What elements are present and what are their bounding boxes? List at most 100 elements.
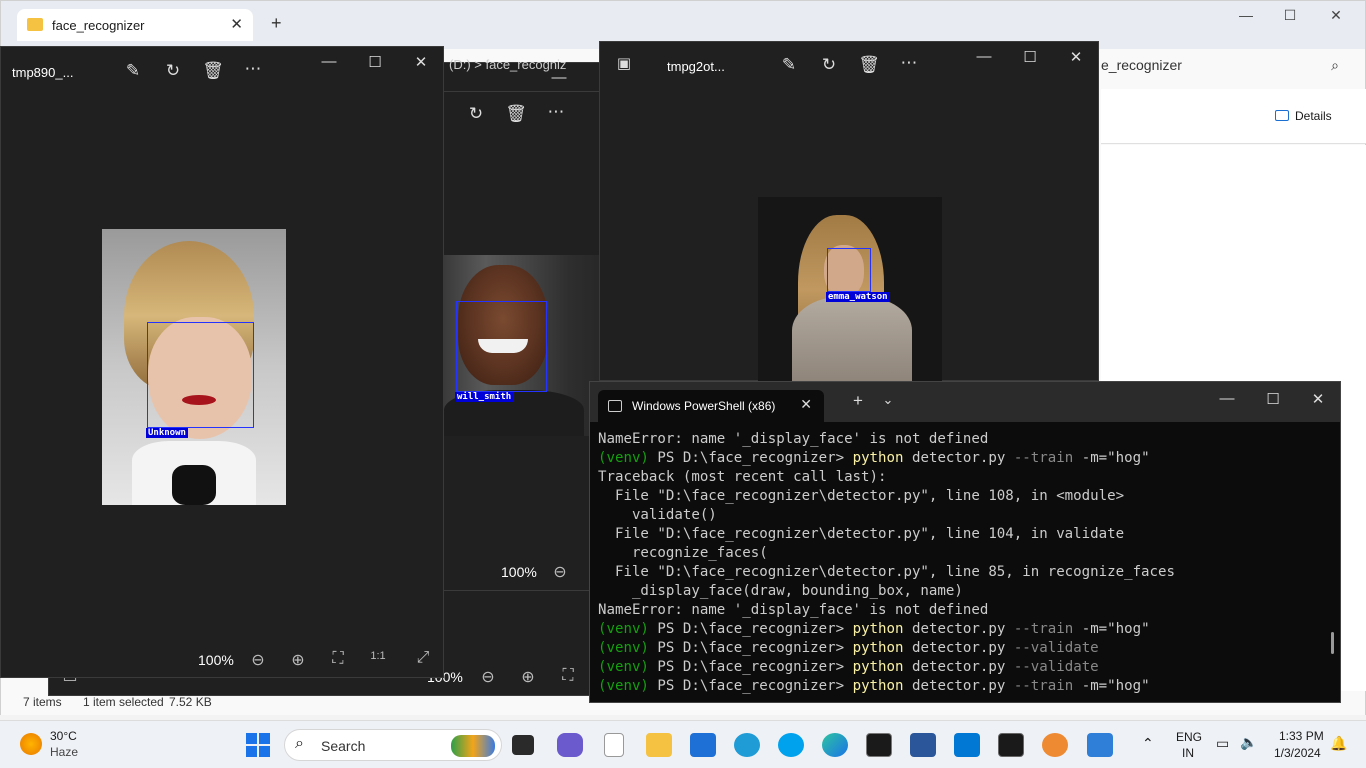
delete-icon[interactable]: 🗑 (201, 61, 225, 81)
edit-icon[interactable]: ✎ (777, 55, 801, 75)
close-button[interactable]: ✕ (1308, 390, 1328, 408)
status-selected: 1 item selected (83, 695, 164, 709)
file-explorer-icon[interactable] (646, 733, 672, 757)
powershell-window: Windows PowerShell (x86) ✕ + ⌄ — ☐ ✕ Nam… (589, 381, 1341, 703)
zoom-in-icon[interactable]: ⊕ (287, 650, 309, 670)
sweater-shape (792, 297, 912, 381)
search-placeholder: Search (321, 738, 366, 754)
terminal-text: PS D:\face_recognizer> (657, 678, 853, 694)
teams-chat-icon[interactable] (557, 733, 583, 757)
cmd-icon[interactable] (866, 733, 892, 757)
explorer-tab-title: face_recognizer (52, 18, 145, 33)
taskbar-search-box[interactable]: ⌕ Search (284, 729, 502, 761)
terminal-line: (venv) PS D:\face_recognizer> python det… (598, 639, 1328, 658)
dropdown-chevron-icon[interactable]: ⌄ (878, 392, 898, 408)
word-icon[interactable] (910, 733, 936, 757)
edge-icon[interactable] (822, 733, 848, 757)
maximize-button[interactable]: ☐ (1263, 390, 1283, 408)
scrollbar[interactable] (1331, 632, 1334, 654)
minimize-button[interactable]: — (549, 69, 569, 86)
close-button[interactable]: ✕ (411, 53, 431, 71)
skype-icon[interactable] (778, 733, 804, 757)
terminal-text: PS D:\face_recognizer> (657, 450, 853, 466)
terminal-line: _display_face(draw, bounding_box, name) (598, 582, 1328, 601)
close-tab-icon[interactable]: ✕ (800, 396, 812, 413)
maximize-button[interactable]: ☐ (1280, 7, 1300, 24)
maximize-button[interactable]: ☐ (1020, 48, 1040, 66)
more-options-icon[interactable]: ⋯ (241, 59, 265, 79)
more-options-icon[interactable]: ⋯ (897, 53, 921, 73)
close-tab-icon[interactable]: ✕ (230, 15, 243, 33)
terminal-line: NameError: name '_display_face' is not d… (598, 430, 1328, 449)
new-tab-button[interactable]: + (271, 13, 282, 34)
minimize-button[interactable]: — (1236, 7, 1256, 23)
terminal-text: detector.py (903, 450, 1014, 466)
zoom-in-icon[interactable]: ⊕ (517, 667, 539, 687)
notification-bell-icon[interactable]: 🔔 (1330, 735, 1347, 752)
terminal-text: (venv) (598, 640, 658, 656)
terminal-line: (venv) PS D:\face_recognizer> python det… (598, 677, 1328, 696)
close-button[interactable]: ✕ (1066, 48, 1086, 66)
terminal-text: detector.py (903, 621, 1014, 637)
app-icon-orange[interactable] (1042, 733, 1068, 757)
task-view-icon[interactable] (512, 735, 534, 755)
zoom-out-icon[interactable]: ⊖ (549, 562, 571, 582)
status-size: 7.52 KB (169, 695, 212, 709)
vscode-icon[interactable] (954, 733, 980, 757)
terminal-line: Traceback (most recent call last): (598, 468, 1328, 487)
actual-size-icon[interactable]: 1:1 (367, 650, 389, 662)
minimize-button[interactable]: — (974, 48, 994, 65)
terminal-tab[interactable]: Windows PowerShell (x86) ✕ (598, 390, 824, 422)
terminal-text: --train (1013, 678, 1074, 694)
language-top[interactable]: ENG (1176, 730, 1202, 744)
chevron-up-icon[interactable]: ⌃ (1142, 735, 1154, 752)
network-icon[interactable]: ▭ (1216, 735, 1229, 752)
volume-icon[interactable]: 🔈 (1240, 734, 1257, 751)
file-icon[interactable] (604, 733, 624, 757)
app-icon[interactable] (734, 733, 760, 757)
face-bounding-box (827, 248, 871, 292)
explorer-tab[interactable]: face_recognizer ✕ (17, 9, 253, 41)
terminal-title-bar: Windows PowerShell (x86) ✕ + ⌄ — ☐ ✕ (590, 382, 1340, 422)
new-tab-button[interactable]: + (848, 391, 868, 411)
more-options-icon[interactable]: ⋯ (544, 102, 568, 122)
minimize-button[interactable]: — (1217, 390, 1237, 407)
clock-time[interactable]: 1:33 PM (1279, 729, 1324, 743)
search-highlight-icon (451, 735, 495, 757)
terminal-app-icon[interactable] (998, 733, 1024, 757)
search-input[interactable]: e_recognizer ⌕ (1101, 53, 1349, 77)
zoom-out-icon[interactable]: ⊖ (477, 667, 499, 687)
face-label: will_smith (455, 392, 514, 402)
taskbar: 30°C Haze ⌕ Search ⌃ ENG IN ▭ 🔈 1:33 PM … (0, 720, 1366, 768)
terminal-text: File "D:\face_recognizer\detector.py", l… (598, 564, 1175, 580)
fit-to-window-icon[interactable]: ⛶ (557, 667, 579, 685)
terminal-output[interactable]: NameError: name '_display_face' is not d… (598, 430, 1328, 696)
maximize-button[interactable]: ☐ (365, 53, 385, 71)
face-bounding-box (456, 301, 547, 392)
close-button[interactable]: ✕ (1326, 7, 1346, 24)
store-icon[interactable] (690, 733, 716, 757)
search-icon[interactable]: ⌕ (1331, 57, 1339, 74)
terminal-text: --validate (1013, 659, 1099, 675)
window-title: tmpg2ot... (667, 59, 725, 74)
minimize-button[interactable]: — (319, 53, 339, 70)
start-icon[interactable] (246, 733, 270, 757)
details-button[interactable]: Details (1275, 109, 1332, 123)
command-bar: Details (1101, 89, 1366, 144)
rotate-icon[interactable]: ↻ (464, 104, 488, 124)
terminal-text: (venv) (598, 621, 658, 637)
terminal-text: File "D:\face_recognizer\detector.py", l… (598, 488, 1125, 504)
full-screen-icon[interactable]: ⤢ (412, 649, 434, 667)
weather-desc: Haze (50, 745, 79, 759)
app-icon-blue[interactable] (1087, 733, 1113, 757)
delete-icon[interactable]: 🗑 (857, 55, 881, 75)
terminal-text: -m="hog" (1073, 678, 1150, 694)
rotate-icon[interactable]: ↻ (817, 55, 841, 75)
edit-icon[interactable]: ✎ (121, 61, 145, 81)
terminal-text: -m="hog" (1073, 621, 1150, 637)
zoom-out-icon[interactable]: ⊖ (247, 650, 269, 670)
delete-icon[interactable]: 🗑 (504, 104, 528, 124)
fit-to-window-icon[interactable]: ⛶ (327, 650, 349, 668)
weather-icon[interactable] (20, 733, 42, 755)
rotate-icon[interactable]: ↻ (161, 61, 185, 81)
